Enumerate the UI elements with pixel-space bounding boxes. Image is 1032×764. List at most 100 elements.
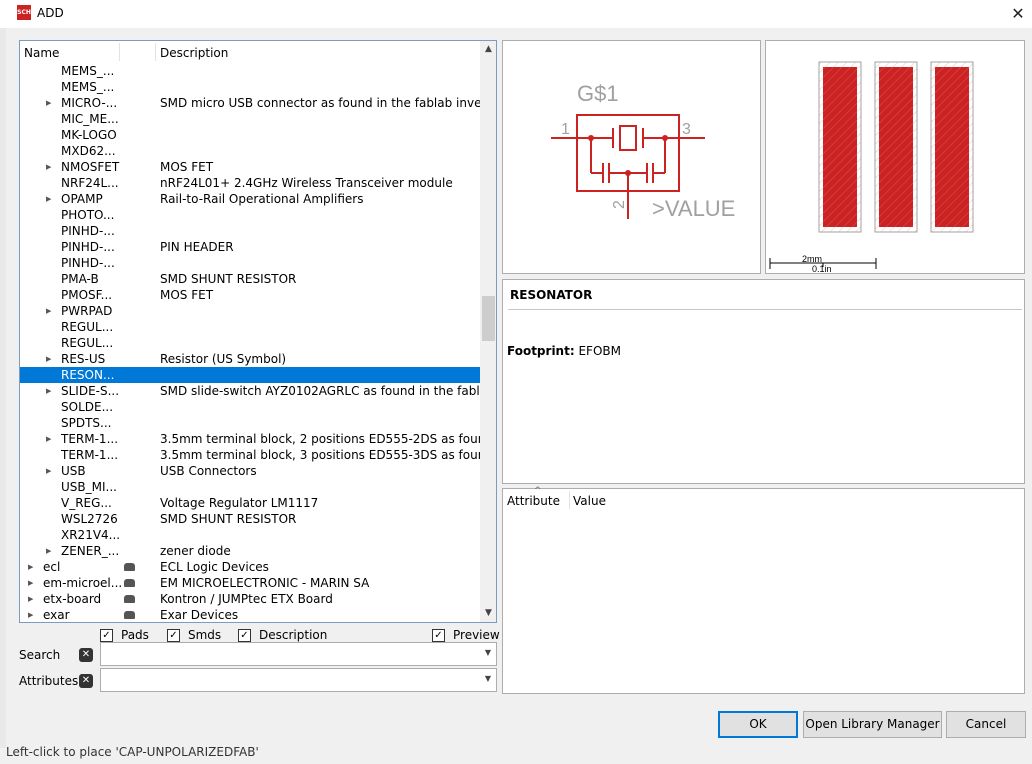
expand-arrow-icon[interactable]: ▶ — [46, 303, 56, 319]
library-icon — [124, 563, 135, 571]
device-row[interactable]: ▶ OPAMP Rail-to-Rail Operational Amplifier… — [20, 191, 480, 207]
row-name: MIC_ME... — [61, 112, 119, 126]
device-row[interactable]: SPDTS... — [20, 415, 480, 431]
library-row[interactable]: ▶ em-microel... EM MICROELECTRONIC - MARIN… — [20, 575, 480, 591]
device-row[interactable]: SOLDE... — [20, 399, 480, 415]
device-row[interactable]: RESON... — [20, 367, 480, 383]
chevron-down-icon[interactable]: ▼ — [485, 648, 491, 657]
scale-mm-label: 2mm — [802, 254, 822, 264]
device-row[interactable]: ▶ PWRPAD — [20, 303, 480, 319]
pin-2-label: 2 — [611, 200, 628, 209]
expand-arrow-icon[interactable]: ▶ — [28, 607, 38, 622]
device-row[interactable]: PHOTO... — [20, 207, 480, 223]
device-row[interactable]: V_REG... Voltage Regulator LM1117 — [20, 495, 480, 511]
cancel-button[interactable]: Cancel — [946, 711, 1026, 738]
expand-arrow-icon[interactable]: ▶ — [46, 95, 56, 111]
row-name: MEMS_... — [61, 64, 115, 78]
tree-rows: MEMS_... MEMS_... ▶ MICRO-... SMD micro USB … — [20, 63, 496, 622]
column-header-description[interactable]: Description — [160, 46, 228, 60]
column-header-value[interactable]: Value — [573, 494, 606, 508]
device-row[interactable]: ▶ MICRO-... SMD micro USB connector as fou… — [20, 95, 496, 111]
device-row[interactable]: ▶ NMOSFET MOS FET — [20, 159, 480, 175]
device-row[interactable]: ▶ TERM-1... 3.5mm terminal block, 2 positi… — [20, 431, 496, 447]
pads-checkbox[interactable]: ✓ Pads — [100, 628, 160, 643]
row-name: REGUL... — [61, 336, 114, 350]
row-name: RESON... — [61, 368, 115, 382]
ok-button[interactable]: OK — [718, 711, 798, 738]
device-row[interactable]: ▶ ZENER_... zener diode — [20, 543, 480, 559]
expand-arrow-icon[interactable]: ▶ — [28, 591, 38, 607]
device-row[interactable]: PINHD-... PIN HEADER — [20, 239, 480, 255]
preview-checkbox[interactable]: ✓ Preview — [432, 628, 502, 643]
device-row[interactable]: MIC_ME... — [20, 111, 480, 127]
column-separator[interactable] — [569, 491, 570, 509]
attribute-table[interactable]: ^ Attribute Value — [502, 486, 1025, 694]
search-input[interactable]: ▼ — [100, 642, 497, 666]
scroll-up-icon[interactable]: ▲ — [480, 41, 496, 58]
device-row[interactable]: PMA-B SMD SHUNT RESISTOR — [20, 271, 480, 287]
scroll-down-icon[interactable]: ▼ — [480, 605, 496, 622]
clear-attributes-icon[interactable]: ✕ — [79, 674, 93, 688]
library-icon — [124, 579, 135, 587]
expand-arrow-icon[interactable]: ▶ — [46, 463, 56, 479]
checkbox-check-icon[interactable]: ✓ — [100, 629, 113, 642]
device-row[interactable]: XR21V4... — [20, 527, 480, 543]
device-row[interactable]: MEMS_... — [20, 63, 480, 79]
open-library-manager-button[interactable]: Open Library Manager — [803, 711, 942, 738]
row-name: MK-LOGO — [61, 128, 117, 142]
device-row[interactable]: ▶ USB USB Connectors — [20, 463, 480, 479]
device-row[interactable]: TERM-1... 3.5mm terminal block, 3 positio… — [20, 447, 496, 463]
attributes-input[interactable]: ▼ — [100, 668, 497, 692]
device-row[interactable]: PMOSF... MOS FET — [20, 287, 480, 303]
checkbox-check-icon[interactable]: ✓ — [167, 629, 180, 642]
sort-ascending-icon[interactable]: ^ — [67, 41, 75, 48]
smds-checkbox[interactable]: ✓ Smds — [167, 628, 227, 643]
expand-arrow-icon[interactable]: ▶ — [46, 543, 56, 559]
row-description: PIN HEADER — [160, 240, 234, 254]
attributes-label: Attributes — [19, 674, 79, 688]
description-checkbox[interactable]: ✓ Description — [238, 628, 338, 643]
expand-arrow-icon[interactable]: ▶ — [46, 159, 56, 175]
close-icon[interactable]: ✕ — [1004, 0, 1032, 28]
expand-arrow-icon[interactable]: ▶ — [46, 431, 56, 447]
checkbox-check-icon[interactable]: ✓ — [432, 629, 445, 642]
library-tree[interactable]: ^ Name Description MEMS_... MEMS_... ▶ MICR… — [19, 40, 497, 623]
device-row[interactable]: WSL2726 SMD SHUNT RESISTOR — [20, 511, 480, 527]
smd-pad-3 — [930, 61, 974, 233]
preview-label: Preview — [453, 628, 500, 642]
row-name: SLIDE-S... — [61, 384, 120, 398]
scroll-thumb[interactable] — [482, 296, 495, 341]
device-row[interactable]: ▶ SLIDE-S... SMD slide-switch AYZ0102AGRLC… — [20, 383, 496, 399]
device-row[interactable]: MK-LOGO — [20, 127, 480, 143]
library-row[interactable]: ▶ etx-board Kontron / JUMPtec ETX Board — [20, 591, 480, 607]
device-row[interactable]: PINHD-... — [20, 255, 480, 271]
device-row[interactable]: MXD62... — [20, 143, 480, 159]
column-separator[interactable] — [119, 43, 120, 61]
row-name: USB_MI... — [61, 480, 117, 494]
checkbox-check-icon[interactable]: ✓ — [238, 629, 251, 642]
expand-arrow-icon[interactable]: ▶ — [46, 351, 56, 367]
symbol-name: G$1 — [577, 81, 619, 106]
device-row[interactable]: ▶ RES-US Resistor (US Symbol) — [20, 351, 480, 367]
column-separator[interactable] — [155, 43, 156, 61]
library-row[interactable]: ▶ exar Exar Devices — [20, 607, 480, 622]
device-row[interactable]: USB_MI... — [20, 479, 480, 495]
device-row[interactable]: REGUL... — [20, 319, 480, 335]
device-row[interactable]: MEMS_... — [20, 79, 480, 95]
device-row[interactable]: NRF24L... nRF24L01+ 2.4GHz Wireless Trans… — [20, 175, 480, 191]
device-row[interactable]: PINHD-... — [20, 223, 480, 239]
expand-arrow-icon[interactable]: ▶ — [46, 191, 56, 207]
row-name: OPAMP — [61, 192, 103, 206]
expand-arrow-icon[interactable]: ▶ — [46, 383, 56, 399]
column-header-attribute[interactable]: Attribute — [507, 494, 560, 508]
tree-scrollbar[interactable]: ▲ ▼ — [480, 41, 496, 622]
row-description: 3.5mm terminal block, 2 positions ED555-… — [160, 432, 497, 446]
column-header-name[interactable]: Name — [24, 46, 59, 60]
clear-search-icon[interactable]: ✕ — [79, 648, 93, 662]
expand-arrow-icon[interactable]: ▶ — [28, 559, 38, 575]
library-icon — [124, 595, 135, 603]
device-row[interactable]: REGUL... — [20, 335, 480, 351]
library-row[interactable]: ▶ ecl ECL Logic Devices — [20, 559, 480, 575]
expand-arrow-icon[interactable]: ▶ — [28, 575, 38, 591]
chevron-down-icon[interactable]: ▼ — [485, 674, 491, 683]
